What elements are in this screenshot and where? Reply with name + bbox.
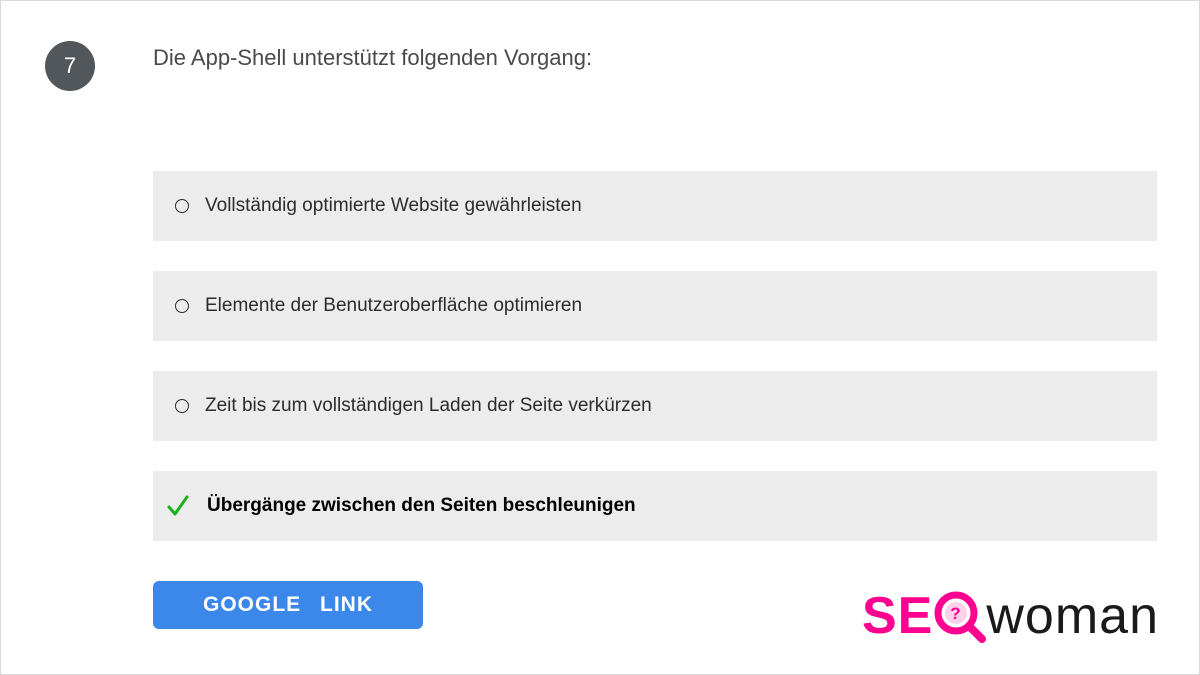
radio-icon — [175, 299, 189, 313]
radio-icon — [175, 399, 189, 413]
magnifier-icon: ? — [931, 590, 987, 642]
seo-woman-logo: SE ? woman — [799, 586, 1159, 646]
options-container: Vollständig optimierte Website gewährlei… — [153, 171, 1157, 571]
question-number: 7 — [64, 53, 76, 79]
option-label: Elemente der Benutzeroberfläche optimier… — [205, 295, 582, 317]
option-label: Vollständig optimierte Website gewährlei… — [205, 195, 582, 217]
google-link-label: GOOGLE LINK — [203, 593, 373, 617]
option-label: Zeit bis zum vollständigen Laden der Sei… — [205, 395, 652, 417]
question-number-badge: 7 — [45, 41, 95, 91]
logo-woman-text: woman — [986, 586, 1159, 646]
option-3[interactable]: Zeit bis zum vollständigen Laden der Sei… — [153, 371, 1157, 441]
logo-se-text: SE — [862, 586, 933, 646]
question-text: Die App-Shell unterstützt folgenden Vorg… — [153, 45, 592, 71]
option-1[interactable]: Vollständig optimierte Website gewährlei… — [153, 171, 1157, 241]
option-2[interactable]: Elemente der Benutzeroberfläche optimier… — [153, 271, 1157, 341]
option-label: Übergänge zwischen den Seiten beschleuni… — [207, 495, 636, 517]
check-icon — [165, 493, 191, 519]
radio-icon — [175, 199, 189, 213]
google-link-button[interactable]: GOOGLE LINK — [153, 581, 423, 629]
svg-text:?: ? — [951, 604, 962, 623]
option-4[interactable]: Übergänge zwischen den Seiten beschleuni… — [153, 471, 1157, 541]
